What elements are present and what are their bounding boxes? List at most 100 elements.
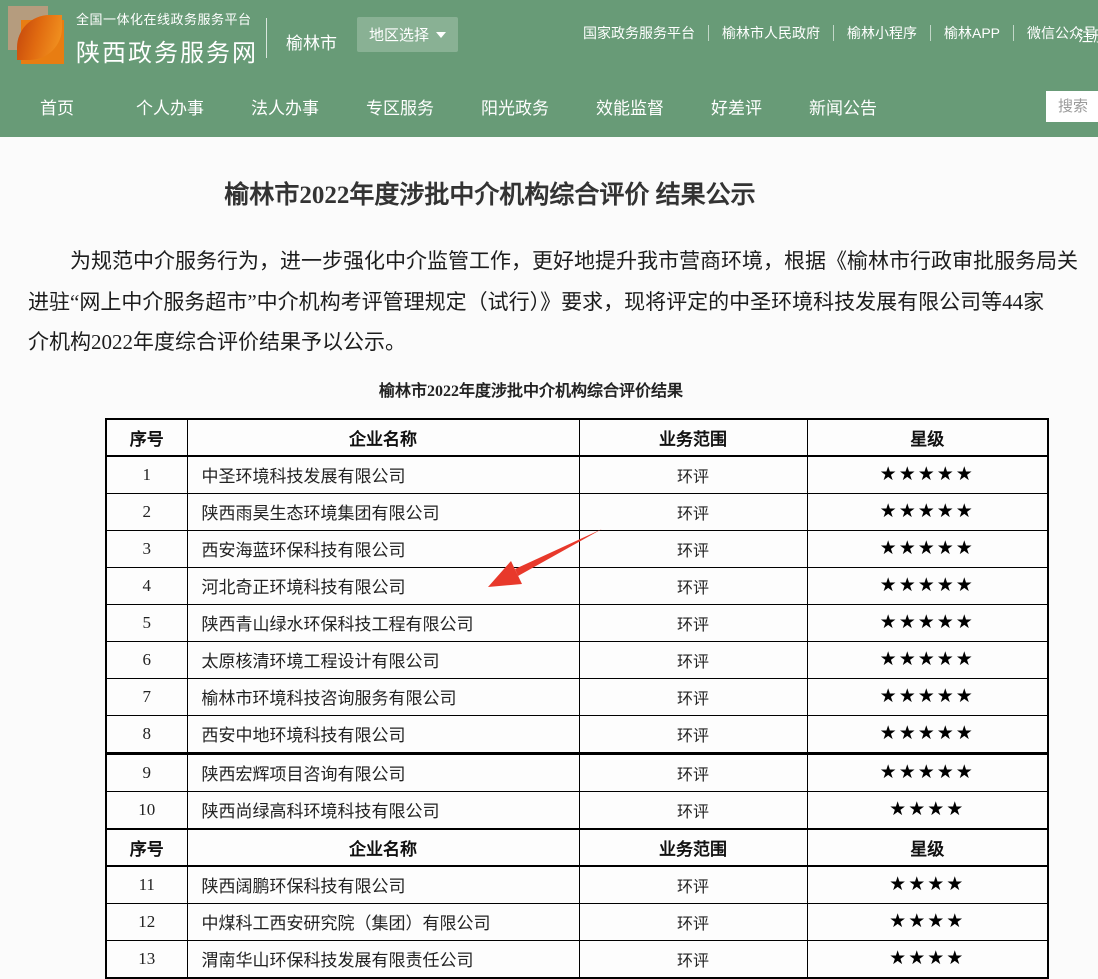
table-row: 13渭南华山环保科技发展有限责任公司环评★★★★ <box>106 940 1048 978</box>
cell-index: 2 <box>106 493 187 530</box>
table-row: 7榆林市环境科技咨询服务有限公司环评★★★★★ <box>106 678 1048 715</box>
cell-business-scope: 环评 <box>579 604 807 641</box>
nav-item[interactable]: 新闻公告 <box>809 94 877 119</box>
cell-index: 6 <box>106 641 187 678</box>
top-link[interactable]: 国家政务服务平台 <box>570 25 708 41</box>
evaluation-results-table: 序号企业名称业务范围星级1中圣环境科技发展有限公司环评★★★★★2陕西雨昊生态环… <box>105 418 1049 979</box>
nav-item[interactable]: 好差评 <box>711 94 762 119</box>
cell-company-name: 陕西雨昊生态环境集团有限公司 <box>187 493 579 530</box>
table-header-row: 序号企业名称业务范围星级 <box>106 829 1048 866</box>
platform-label: 全国一体化在线政务服务平台 <box>76 9 258 28</box>
site-header: 全国一体化在线政务服务平台 陕西政务服务网 榆林市 地区选择 国家政务服务平台榆… <box>0 0 1098 137</box>
cell-company-name: 西安海蓝环保科技有限公司 <box>187 530 579 567</box>
table-row: 2陕西雨昊生态环境集团有限公司环评★★★★★ <box>106 493 1048 530</box>
cell-index: 12 <box>106 903 187 940</box>
cell-index: 10 <box>106 791 187 829</box>
cell-business-scope: 环评 <box>579 530 807 567</box>
header-quick-links: 国家政务服务平台榆林市人民政府榆林小程序榆林APP微信公众号 <box>570 25 1098 41</box>
table-caption: 榆林市2022年度涉批中介机构综合评价结果 <box>0 377 1062 401</box>
cell-business-scope: 环评 <box>579 493 807 530</box>
column-header: 企业名称 <box>187 419 579 456</box>
cell-company-name: 河北奇正环境科技有限公司 <box>187 567 579 604</box>
cell-business-scope: 环评 <box>579 678 807 715</box>
cell-index: 13 <box>106 940 187 978</box>
cell-index: 1 <box>106 456 187 494</box>
announcement-body: 榆林市2022年度涉批中介机构综合评价 结果公示 为规范中介服务行为，进一步强化… <box>0 137 1098 979</box>
nav-item[interactable]: 个人办事 <box>136 94 204 119</box>
cell-star-rating: ★★★★ <box>807 903 1048 940</box>
search-input[interactable]: 搜索 <box>1046 91 1098 122</box>
nav-item[interactable]: 法人办事 <box>251 94 319 119</box>
table-row: 8西安中地环境科技有限公司环评★★★★★ <box>106 715 1048 753</box>
nav-item[interactable]: 效能监督 <box>596 94 664 119</box>
cell-star-rating: ★★★★★ <box>807 641 1048 678</box>
table-row: 12中煤科工西安研究院（集团）有限公司环评★★★★ <box>106 903 1048 940</box>
top-link[interactable]: 榆林市人民政府 <box>708 25 833 41</box>
cell-star-rating: ★★★★★ <box>807 567 1048 604</box>
nav-item[interactable]: 阳光政务 <box>481 94 549 119</box>
cell-star-rating: ★★★★ <box>807 940 1048 978</box>
cell-star-rating: ★★★★ <box>807 866 1048 904</box>
site-logo-icon <box>8 6 64 64</box>
cell-star-rating: ★★★★★ <box>807 604 1048 641</box>
cell-business-scope: 环评 <box>579 753 807 791</box>
cell-star-rating: ★★★★ <box>807 791 1048 829</box>
column-header: 序号 <box>106 829 187 866</box>
cell-company-name: 陕西尚绿高科环境科技有限公司 <box>187 791 579 829</box>
brand-block: 全国一体化在线政务服务平台 陕西政务服务网 <box>76 9 258 68</box>
cell-business-scope: 环评 <box>579 791 807 829</box>
table-row: 9陕西宏辉项目咨询有限公司环评★★★★★ <box>106 753 1048 791</box>
current-city-label: 榆林市 <box>286 29 337 54</box>
paragraph-line: 进驻“网上中介服务超市”中介机构考评管理规定（试行）》要求，现将评定的中圣环境科… <box>28 282 1098 323</box>
cell-company-name: 中煤科工西安研究院（集团）有限公司 <box>187 903 579 940</box>
cell-business-scope: 环评 <box>579 715 807 753</box>
cell-company-name: 陕西青山绿水环保科技工程有限公司 <box>187 604 579 641</box>
paragraph-line: 介机构2022年度综合评价结果予以公示。 <box>28 322 1098 363</box>
cell-business-scope: 环评 <box>579 903 807 940</box>
nav-item[interactable]: 首页 <box>40 94 74 119</box>
column-header: 序号 <box>106 419 187 456</box>
brand-divider <box>266 18 267 58</box>
register-link[interactable]: 注册 <box>1078 25 1098 46</box>
region-selector-button[interactable]: 地区选择 <box>357 17 458 52</box>
table-row: 11陕西阔鹏环保科技有限公司环评★★★★ <box>106 866 1048 904</box>
cell-index: 7 <box>106 678 187 715</box>
cell-star-rating: ★★★★★ <box>807 715 1048 753</box>
column-header: 业务范围 <box>579 419 807 456</box>
top-link[interactable]: 榆林小程序 <box>833 25 930 41</box>
cell-company-name: 中圣环境科技发展有限公司 <box>187 456 579 494</box>
table-row: 1中圣环境科技发展有限公司环评★★★★★ <box>106 456 1048 494</box>
table-row: 3西安海蓝环保科技有限公司环评★★★★★ <box>106 530 1048 567</box>
cell-company-name: 陕西阔鹏环保科技有限公司 <box>187 866 579 904</box>
header-top-row: 全国一体化在线政务服务平台 陕西政务服务网 榆林市 地区选择 国家政务服务平台榆… <box>0 0 1098 75</box>
cell-business-scope: 环评 <box>579 866 807 904</box>
cell-company-name: 榆林市环境科技咨询服务有限公司 <box>187 678 579 715</box>
cell-business-scope: 环评 <box>579 456 807 494</box>
region-selector-label: 地区选择 <box>369 24 429 45</box>
cell-star-rating: ★★★★★ <box>807 678 1048 715</box>
cell-company-name: 渭南华山环保科技发展有限责任公司 <box>187 940 579 978</box>
cell-index: 11 <box>106 866 187 904</box>
cell-index: 9 <box>106 753 187 791</box>
paragraph-line: 为规范中介服务行为，进一步强化中介监管工作，更好地提升我市营商环境，根据《榆林市… <box>28 241 1098 282</box>
nav-item[interactable]: 专区服务 <box>366 94 434 119</box>
cell-business-scope: 环评 <box>579 641 807 678</box>
page-title: 榆林市2022年度涉批中介机构综合评价 结果公示 <box>0 179 980 213</box>
cell-company-name: 西安中地环境科技有限公司 <box>187 715 579 753</box>
site-name: 陕西政务服务网 <box>76 33 258 68</box>
table-row: 5陕西青山绿水环保科技工程有限公司环评★★★★★ <box>106 604 1048 641</box>
cell-business-scope: 环评 <box>579 567 807 604</box>
cell-index: 5 <box>106 604 187 641</box>
top-link[interactable]: 榆林APP <box>930 25 1013 41</box>
caret-down-icon <box>436 32 446 38</box>
cell-star-rating: ★★★★★ <box>807 493 1048 530</box>
cell-company-name: 太原核清环境工程设计有限公司 <box>187 641 579 678</box>
column-header: 业务范围 <box>579 829 807 866</box>
column-header: 企业名称 <box>187 829 579 866</box>
cell-index: 3 <box>106 530 187 567</box>
cell-index: 4 <box>106 567 187 604</box>
announcement-paragraph: 为规范中介服务行为，进一步强化中介监管工作，更好地提升我市营商环境，根据《榆林市… <box>28 241 1098 363</box>
cell-star-rating: ★★★★★ <box>807 753 1048 791</box>
cell-index: 8 <box>106 715 187 753</box>
table-row: 4河北奇正环境科技有限公司环评★★★★★ <box>106 567 1048 604</box>
